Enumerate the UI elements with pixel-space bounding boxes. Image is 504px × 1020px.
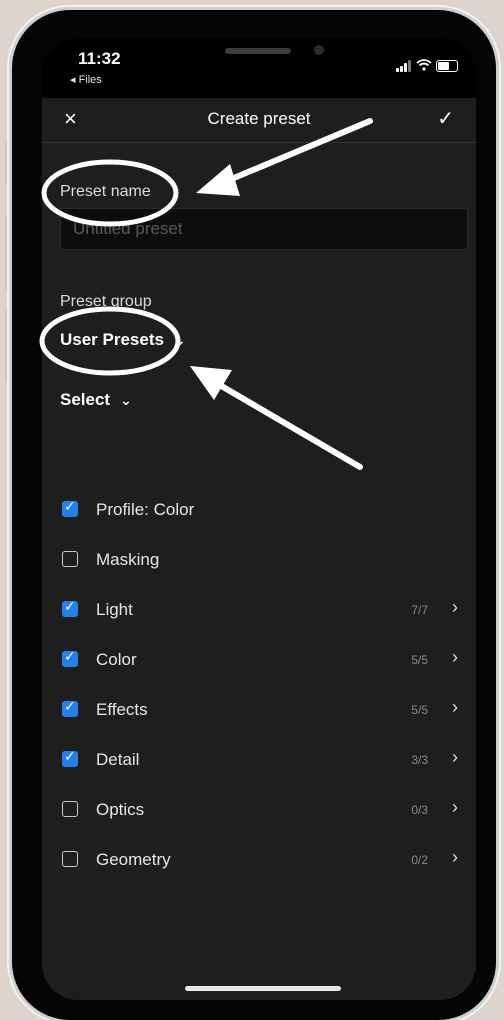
- list-item[interactable]: Light 7/7 ›: [42, 590, 476, 630]
- list-item[interactable]: Color 5/5 ›: [42, 640, 476, 680]
- chevron-right-icon[interactable]: ›: [452, 647, 458, 668]
- clock: 11:32: [78, 49, 121, 68]
- preset-group-dropdown[interactable]: User Presets ⌄: [60, 330, 186, 350]
- speaker-grille: [225, 48, 291, 54]
- list-item-count: 7/7: [411, 603, 428, 617]
- checkbox-checked[interactable]: [62, 698, 78, 717]
- chevron-right-icon[interactable]: ›: [452, 697, 458, 718]
- home-indicator[interactable]: [185, 986, 341, 991]
- list-item[interactable]: Detail 3/3 ›: [42, 740, 476, 780]
- list-item-count: 3/3: [411, 753, 428, 767]
- list-item-label: Masking: [96, 550, 160, 569]
- preset-group-value: User Presets: [60, 330, 164, 349]
- volume-up-button: [5, 216, 11, 290]
- select-dropdown[interactable]: Select ⌄: [60, 390, 132, 410]
- list-item[interactable]: Optics 0/3 ›: [42, 790, 476, 830]
- list-item-label: Light: [96, 600, 133, 619]
- list-item[interactable]: Effects 5/5 ›: [42, 690, 476, 730]
- preset-name-label: Preset name: [60, 183, 151, 200]
- preset-name-input[interactable]: [60, 208, 468, 250]
- list-item-label: Detail: [96, 750, 140, 769]
- chevron-right-icon[interactable]: ›: [452, 597, 458, 618]
- list-item-count: 0/3: [411, 803, 428, 817]
- checkbox-unchecked[interactable]: [62, 851, 78, 867]
- list-item-label: Profile: Color: [96, 500, 195, 519]
- checkbox-unchecked[interactable]: [62, 801, 78, 817]
- notch: [137, 38, 387, 72]
- list-item-label: Color: [96, 650, 137, 669]
- list-item-label: Effects: [96, 700, 148, 719]
- list-item-count: 0/2: [411, 853, 428, 867]
- silent-switch: [5, 140, 11, 184]
- select-label: Select: [60, 390, 111, 409]
- checkmark-icon[interactable]: ✓: [437, 106, 454, 131]
- signal-icon: [396, 60, 412, 72]
- chevron-down-icon: ⌄: [120, 392, 132, 408]
- wifi-icon: [416, 58, 432, 74]
- chevron-right-icon[interactable]: ›: [452, 747, 458, 768]
- nav-bar: × Create preset ✓: [42, 98, 476, 143]
- page-title: Create preset: [207, 109, 311, 128]
- battery-icon: [436, 60, 458, 72]
- volume-down-button: [5, 308, 11, 382]
- app-screen: 11:32 ◂ Files × Create preset ✓ Preset n…: [42, 38, 476, 1000]
- checkbox-checked[interactable]: [62, 748, 78, 767]
- list-item[interactable]: Profile: Color: [42, 490, 476, 530]
- list-item-label: Geometry: [96, 850, 171, 869]
- back-to-files-link[interactable]: ◂ Files: [70, 73, 102, 86]
- status-bar: 11:32 ◂ Files: [42, 38, 476, 98]
- list-item[interactable]: Geometry 0/2 ›: [42, 840, 476, 880]
- list-item-count: 5/5: [411, 703, 428, 717]
- checkbox-checked[interactable]: [62, 648, 78, 667]
- chevron-right-icon[interactable]: ›: [452, 797, 458, 818]
- chevron-right-icon[interactable]: ›: [452, 847, 458, 868]
- checkbox-checked[interactable]: [62, 598, 78, 617]
- list-item[interactable]: Masking: [42, 540, 476, 580]
- checkbox-unchecked[interactable]: [62, 551, 78, 567]
- front-camera: [314, 45, 324, 55]
- checkbox-checked[interactable]: [62, 498, 78, 517]
- preset-group-label: Preset group: [60, 293, 152, 310]
- list-item-label: Optics: [96, 800, 145, 819]
- list-item-count: 5/5: [411, 653, 428, 667]
- chevron-down-icon: ⌄: [173, 332, 186, 348]
